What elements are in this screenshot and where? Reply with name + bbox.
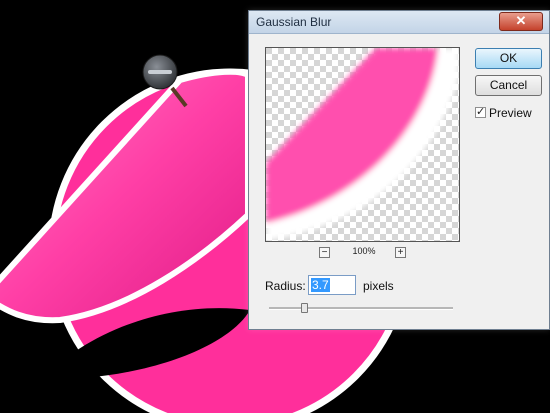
preview-label: Preview [489,106,532,120]
radius-slider-thumb[interactable] [300,303,308,313]
radius-input[interactable]: 3.7 [308,275,356,295]
cancel-button[interactable]: Cancel [475,75,542,96]
close-icon: ✕ [515,13,527,28]
checkmark-icon: ✓ [476,106,486,118]
radius-value: 3.7 [311,278,330,292]
zoom-level: 100% [352,246,376,256]
pin-highlight [148,70,172,74]
close-button[interactable]: ✕ [499,12,543,31]
preview-image [266,48,459,241]
dialog-titlebar[interactable]: Gaussian Blur ✕ [249,11,549,34]
radius-label: Radius: [265,279,306,293]
preview-checkbox[interactable]: ✓ [475,106,486,118]
units-label: pixels [363,279,394,293]
zoom-out-button[interactable]: − [319,247,330,258]
dialog-title: Gaussian Blur [256,15,332,29]
zoom-in-button[interactable]: + [395,247,406,258]
ok-button[interactable]: OK [475,48,542,69]
gaussian-blur-dialog: Gaussian Blur ✕ − 100% + OK Cancel ✓ Pre… [248,10,550,330]
radius-slider-track[interactable] [269,307,453,310]
blur-preview-pane[interactable] [265,47,460,242]
